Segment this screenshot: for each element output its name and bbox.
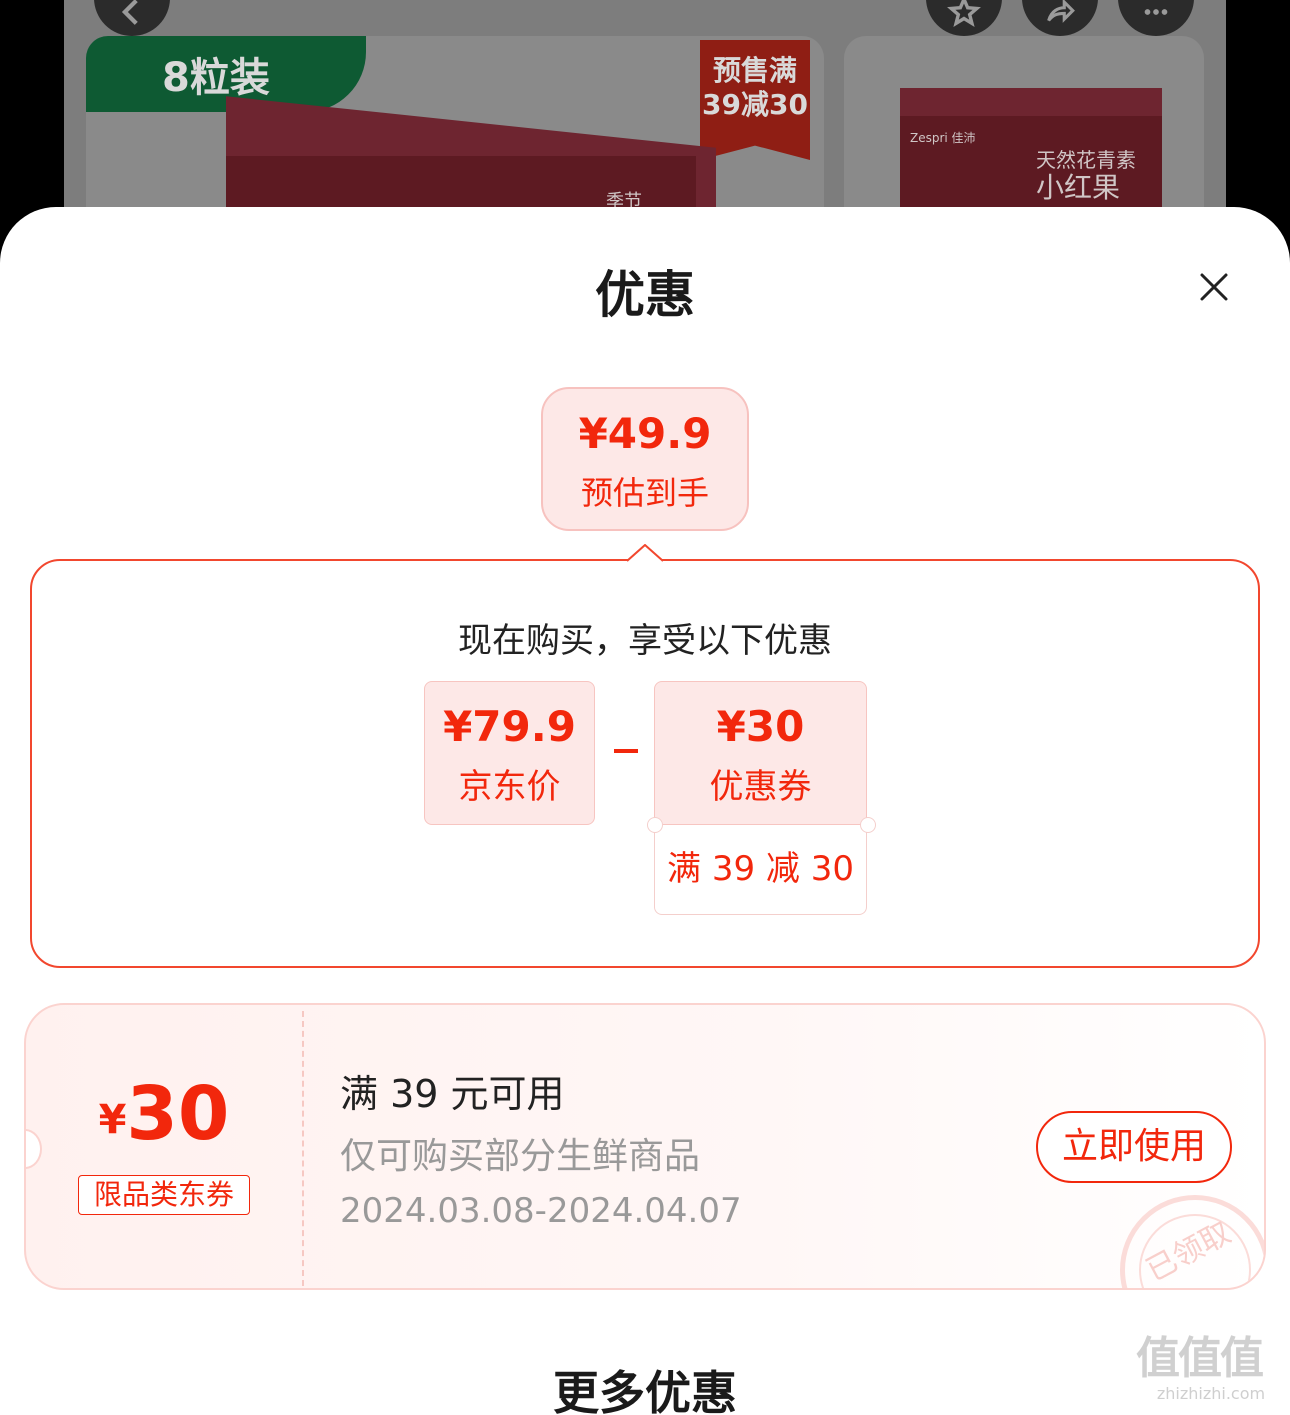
watermark-url: zhizhizhi.com (1156, 1384, 1266, 1403)
discount-breakdown: 现在购买，享受以下优惠 ¥79.9 京东价 ¥30 优惠券 满 39 减 30 (30, 559, 1260, 968)
share-button[interactable] (1022, 0, 1098, 36)
coupon-condition-text: 满 39 元可用 (340, 1072, 565, 1116)
back-button[interactable] (94, 0, 170, 36)
estimated-price-label: 预估到手 (580, 474, 709, 512)
more-icon (1144, 9, 1168, 15)
coupon-scope: 仅可购买部分生鲜商品 (340, 1136, 701, 1177)
jd-price-label: 京东价 (458, 767, 561, 807)
estimated-price: ¥49.9 (578, 409, 712, 458)
more-discounts-title: 更多优惠 (553, 1366, 737, 1415)
minus-sign (614, 749, 638, 753)
discount-sheet: 优惠 ¥49.9 预估到手 现在购买，享受以下优惠 ¥79.9 京东价 ¥30 … (0, 207, 1290, 1415)
coupon-value: ¥30 (716, 702, 805, 751)
box-right-label-2: 小红果 (1036, 171, 1121, 204)
promo-badge: 预售满 39减30 (700, 40, 810, 160)
brand-logo: Zespri 佳沛 (910, 131, 976, 145)
coupon-amount-value: 30 (126, 1071, 230, 1157)
box-right-label-1: 天然花青素 (1036, 148, 1136, 172)
watermark: 值值值 zhizhizhi.com (1136, 1334, 1286, 1410)
more-button[interactable] (1118, 0, 1194, 36)
sheet-title: 优惠 (595, 266, 695, 324)
share-icon (1047, 0, 1075, 23)
coupon-divider (302, 1011, 304, 1286)
coupon-label: 优惠券 (709, 767, 812, 807)
coupon-card[interactable]: ¥30 限品类东券 满 39 元可用 仅可购买部分生鲜商品 2024.03.08… (24, 1003, 1266, 1290)
bubble-pointer (627, 544, 663, 562)
favorite-button[interactable] (926, 0, 1002, 36)
coupon-validity: 2024.03.08-2024.04.07 (340, 1191, 742, 1231)
breakdown-caption: 现在购买，享受以下优惠 (458, 621, 832, 661)
coupon-notch-right (860, 817, 876, 833)
coupon-currency: ¥ (98, 1097, 127, 1143)
close-icon[interactable] (1196, 269, 1232, 305)
estimated-price-bubble: ¥49.9 预估到手 (541, 387, 749, 531)
jd-price-chip: ¥79.9 京东价 (424, 681, 595, 825)
watermark-logo: 值值值 (1136, 1333, 1264, 1384)
coupon-chip: ¥30 优惠券 (654, 681, 867, 825)
star-icon (947, 0, 981, 27)
coupon-condition: 满 39 减 30 (654, 825, 867, 915)
jd-price: ¥79.9 (443, 702, 576, 751)
coupon-amount: ¥30 (26, 1071, 302, 1157)
back-icon (121, 0, 138, 25)
use-now-button[interactable]: 立即使用 (1036, 1111, 1232, 1183)
coupon-notch-left (647, 817, 663, 833)
coupon-type-badge: 限品类东券 (78, 1175, 250, 1215)
